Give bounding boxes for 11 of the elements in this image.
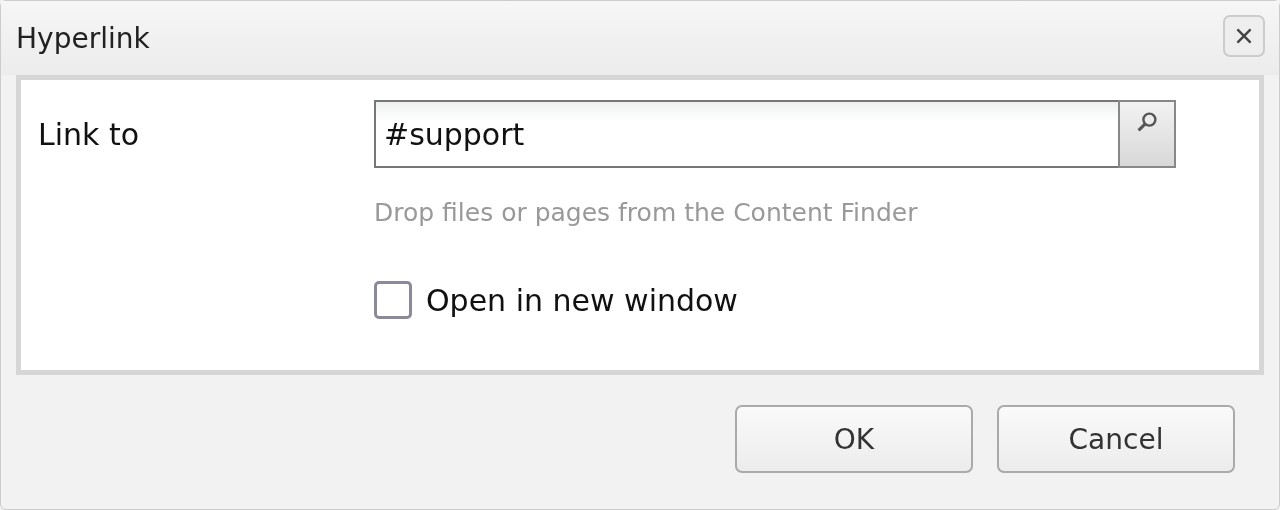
window-title: Hyperlink xyxy=(16,21,150,55)
dialog-button[interactable]: Cancel xyxy=(997,405,1235,473)
search-icon xyxy=(1135,110,1159,134)
search-button[interactable] xyxy=(1118,100,1176,168)
close-button[interactable] xyxy=(1223,15,1265,57)
link-input-field[interactable]: #support xyxy=(374,100,1118,168)
field-label: Link to xyxy=(38,116,141,154)
checkbox-label[interactable]: Open in new window xyxy=(426,282,738,318)
dialog-button[interactable]: OK xyxy=(735,405,973,473)
checkbox[interactable] xyxy=(374,281,412,319)
hint-text: Drop files or pages from the Content Finder xyxy=(374,198,919,227)
